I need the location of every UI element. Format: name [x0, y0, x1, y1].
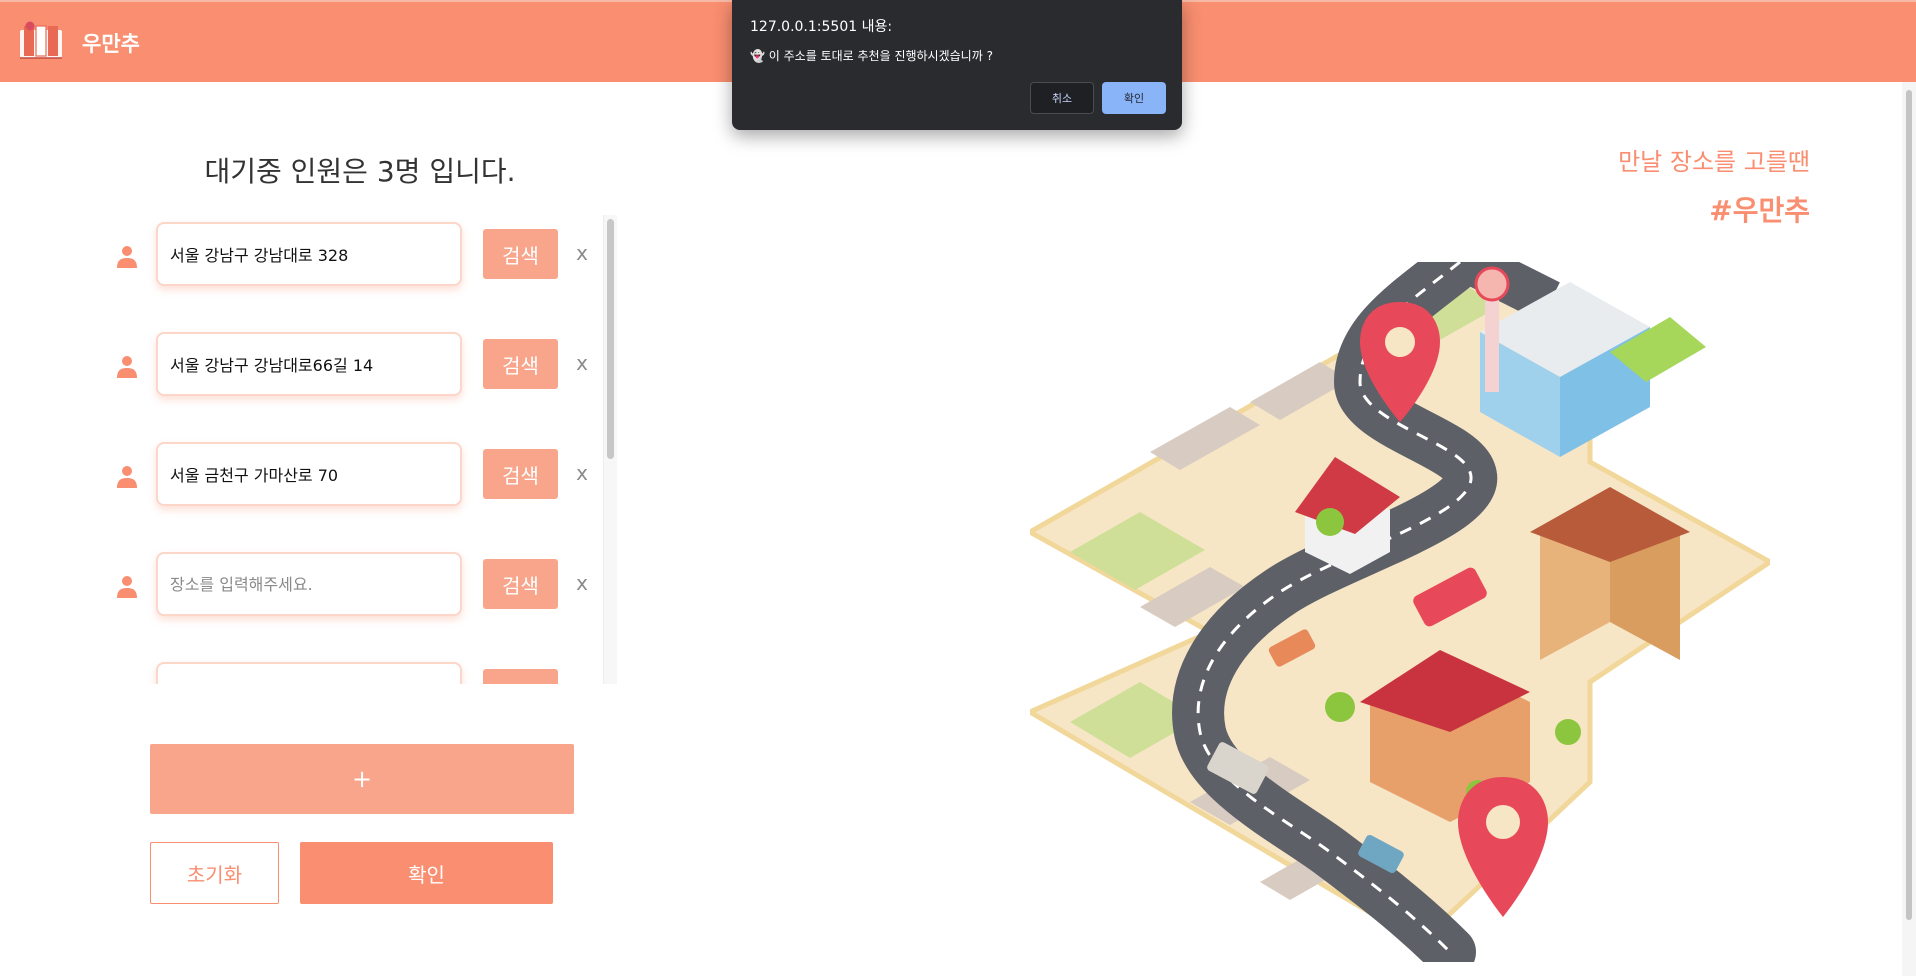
isometric-city-map-illustration: [1030, 262, 1770, 962]
person-icon: [117, 246, 137, 268]
remove-button[interactable]: x: [572, 570, 592, 596]
address-input[interactable]: [156, 332, 462, 396]
dialog-origin: 127.0.0.1:5501 내용:: [750, 19, 893, 35]
address-input[interactable]: [156, 222, 462, 286]
search-button[interactable]: 검색: [483, 339, 558, 389]
address-input[interactable]: [156, 442, 462, 506]
tree: [1325, 692, 1355, 722]
page-scrollbar[interactable]: [1902, 82, 1916, 976]
address-row: 검색 x: [100, 552, 600, 618]
confirm-dialog: 127.0.0.1:5501 내용: 👻 이 주소를 토대로 추천을 진행하시겠…: [732, 0, 1182, 130]
address-list: 검색 x 검색 x 검색 x: [100, 212, 620, 684]
address-input[interactable]: [156, 552, 462, 616]
address-row: 검색 x: [100, 332, 600, 398]
tree: [1555, 719, 1581, 745]
waiting-count-title: 대기중 인원은 3명 입니다.: [204, 155, 516, 188]
search-button[interactable]: 검색: [483, 449, 558, 499]
remove-button[interactable]: x: [572, 460, 592, 486]
reset-button[interactable]: 초기화: [150, 842, 279, 904]
dialog-ok-button[interactable]: 확인: [1102, 82, 1166, 114]
pizza-sign-pole: [1485, 287, 1499, 392]
map-pin-hole: [1385, 327, 1415, 357]
map-book-icon[interactable]: [18, 20, 64, 60]
search-button[interactable]: 검색: [483, 669, 558, 684]
ghost-emoji-icon: 👻: [750, 49, 765, 63]
address-row: 검색 x: [100, 222, 600, 288]
search-button[interactable]: 검색: [483, 229, 558, 279]
confirm-button[interactable]: 확인: [300, 842, 553, 904]
address-row: 검색 x: [100, 662, 600, 684]
remove-button[interactable]: x: [572, 350, 592, 376]
remove-button[interactable]: x: [572, 240, 592, 266]
app-name[interactable]: 우만추: [82, 28, 140, 58]
remove-button[interactable]: x: [572, 680, 592, 684]
list-scrollbar[interactable]: [603, 215, 617, 684]
address-row: 검색 x: [100, 442, 600, 508]
person-icon: [117, 576, 137, 598]
slogan-text: 만날 장소를 고를땐: [1618, 148, 1810, 176]
dialog-message-text: 이 주소를 토대로 추천을 진행하시겠습니까 ?: [768, 49, 993, 63]
person-icon: [117, 466, 137, 488]
page: 우만추 대기중 인원은 3명 입니다. 검색 x 검색 x: [0, 0, 1916, 976]
map-pin-hole: [1486, 805, 1520, 839]
add-address-button[interactable]: +: [150, 744, 574, 814]
pizza-sign: [1474, 266, 1510, 302]
tree: [1316, 508, 1344, 536]
dialog-cancel-button[interactable]: 취소: [1030, 82, 1094, 114]
address-input[interactable]: [156, 662, 462, 684]
list-scrollbar-thumb[interactable]: [607, 219, 614, 459]
person-icon: [117, 356, 137, 378]
slogan-hashtag: #우만추: [1709, 194, 1810, 227]
search-button[interactable]: 검색: [483, 559, 558, 609]
page-scrollbar-thumb[interactable]: [1906, 90, 1912, 920]
dialog-message: 👻 이 주소를 토대로 추천을 진행하시겠습니까 ?: [750, 47, 993, 64]
